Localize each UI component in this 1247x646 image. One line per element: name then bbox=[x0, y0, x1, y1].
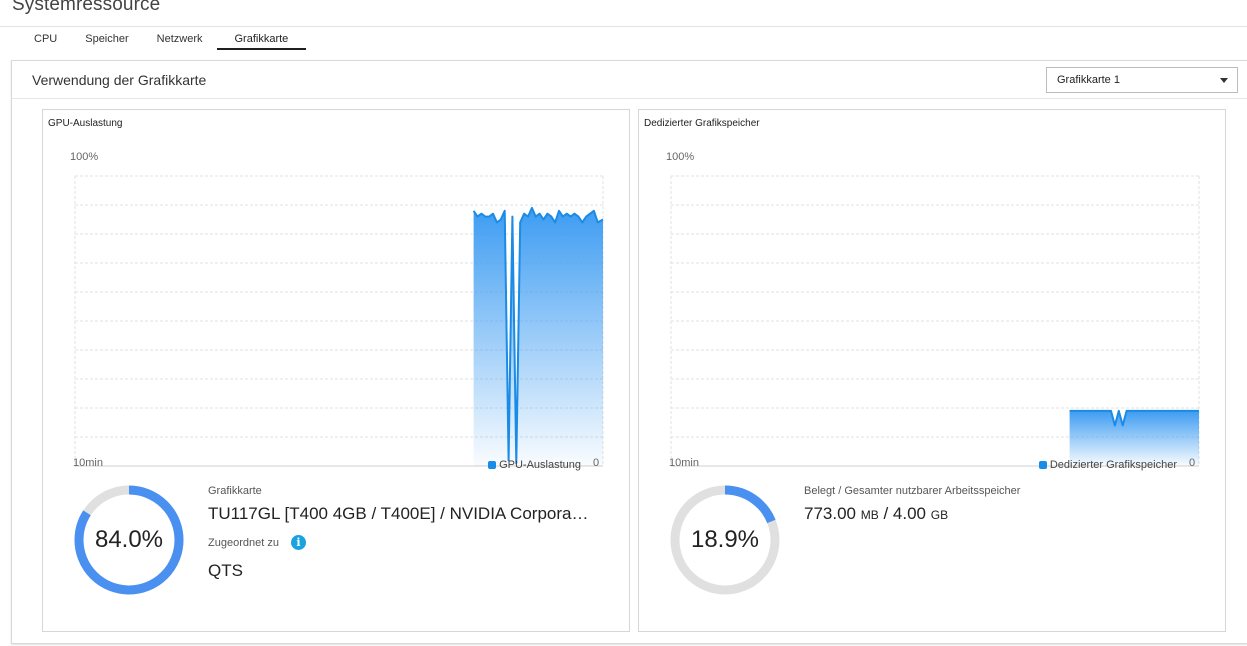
memory-info: Belegt / Gesamter nutzbarer Arbeitsspeic… bbox=[804, 485, 1204, 524]
memory-usage-value: 773.00 MB / 4.00 GB bbox=[804, 504, 1204, 524]
gpu-usage-chart-svg bbox=[74, 175, 604, 467]
chart-legend: Dedizierter Grafikspeicher bbox=[1038, 459, 1177, 471]
chart-legend: GPU-Auslastung bbox=[488, 459, 581, 471]
tab-bar: CPU Speicher Netzwerk Grafikkarte bbox=[20, 28, 307, 50]
gpu-usage-title: GPU-Auslastung bbox=[48, 118, 123, 129]
memory-total-number: 4.00 bbox=[892, 504, 926, 523]
title-divider bbox=[0, 26, 1247, 27]
tab-speicher[interactable]: Speicher bbox=[71, 28, 142, 50]
x-axis-start-label: 10min bbox=[73, 457, 103, 469]
gpu-usage-chart: 100% 10min 0 GPU-Auslastung bbox=[63, 148, 623, 478]
dedicated-memory-title: Dedizierter Grafikspeicher bbox=[644, 118, 760, 129]
app-title: Systemressource bbox=[12, 0, 161, 15]
dedicated-memory-card: Dedizierter Grafikspeicher 100% 10min 0 … bbox=[638, 109, 1226, 632]
tab-cpu[interactable]: CPU bbox=[20, 28, 71, 50]
series-area bbox=[473, 207, 603, 466]
memory-total-unit: GB bbox=[930, 508, 949, 522]
memory-separator: / bbox=[878, 504, 893, 523]
gpu-select[interactable]: Grafikkarte 1 bbox=[1046, 67, 1238, 93]
x-axis-end-label: 0 bbox=[1189, 457, 1196, 469]
gpu-usage-card: GPU-Auslastung 100% 10min 0 GPU-Auslastu… bbox=[42, 109, 630, 632]
x-axis-end-label: 0 bbox=[593, 457, 600, 469]
legend-swatch bbox=[488, 461, 497, 469]
dedicated-memory-chart: 100% 10min 0 Dedizierter Grafikspeicher bbox=[659, 148, 1219, 478]
gauge-value: 84.0% bbox=[94, 526, 164, 553]
memory-usage-label: Belegt / Gesamter nutzbarer Arbeitsspeic… bbox=[804, 485, 1021, 497]
panel-header: Verwendung der Grafikkarte Grafikkarte 1 bbox=[12, 61, 1247, 99]
dedicated-memory-gauge: 18.9% bbox=[669, 484, 781, 596]
gpu-usage-gauge: 84.0% bbox=[73, 484, 185, 596]
chevron-down-icon bbox=[1220, 78, 1228, 83]
tab-netzwerk[interactable]: Netzwerk bbox=[143, 28, 217, 50]
gpu-card-label: Grafikkarte bbox=[208, 485, 262, 497]
dedicated-memory-chart-svg bbox=[670, 175, 1200, 467]
gpu-select-value: Grafikkarte 1 bbox=[1057, 74, 1120, 86]
series-area bbox=[1069, 410, 1199, 466]
y-axis-max-label: 100% bbox=[70, 151, 99, 163]
gpu-card-name: TU117GL [T400 4GB / T400E] / NVIDIA Corp… bbox=[208, 504, 589, 523]
legend-label: GPU-Auslastung bbox=[499, 459, 581, 471]
gauge-value: 18.9% bbox=[690, 526, 760, 553]
y-axis-max-label: 100% bbox=[666, 151, 695, 163]
assigned-label: Zugeordnet zu bbox=[208, 536, 279, 549]
panel-title: Verwendung der Grafikkarte bbox=[32, 72, 207, 88]
assigned-value: QTS bbox=[208, 561, 243, 580]
tab-grafikkarte[interactable]: Grafikkarte bbox=[216, 28, 307, 50]
legend-swatch bbox=[1038, 461, 1047, 469]
memory-used-unit: MB bbox=[860, 508, 879, 522]
gpu-info: Grafikkarte TU117GL [T400 4GB / T400E] /… bbox=[208, 485, 608, 581]
x-axis-start-label: 10min bbox=[669, 457, 699, 469]
info-icon[interactable]: i bbox=[290, 535, 306, 550]
assigned-row: Zugeordnet zu i bbox=[208, 535, 608, 550]
memory-used-number: 773.00 bbox=[804, 504, 856, 523]
legend-label: Dedizierter Grafikspeicher bbox=[1049, 459, 1177, 471]
gpu-panel: Verwendung der Grafikkarte Grafikkarte 1… bbox=[11, 60, 1247, 644]
